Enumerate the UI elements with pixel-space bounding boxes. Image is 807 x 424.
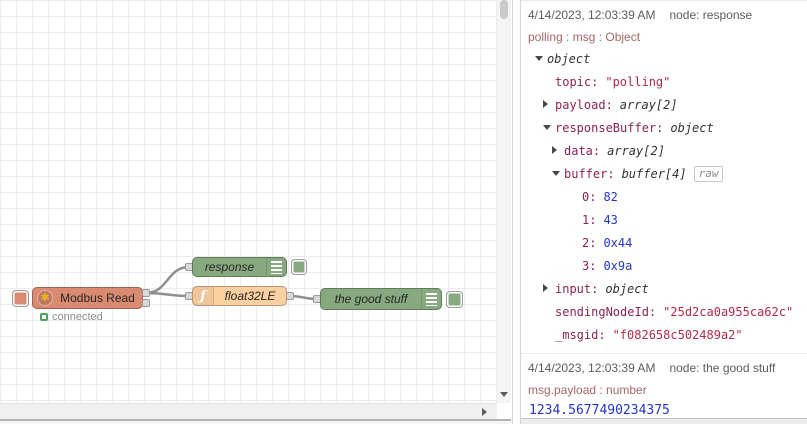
tree-key: _msgid: [555,328,606,342]
tree-key: input: [555,282,599,296]
modbus-node-button[interactable] [12,290,29,307]
tree-row[interactable]: _msgid: "f082658c502489a2" [521,324,807,347]
good-stuff-node-label: the good stuff [334,292,408,306]
good-stuff-debug-node[interactable]: the good stuff [320,288,442,310]
modbus-output-port-2[interactable] [142,299,150,307]
scroll-right-arrow-icon[interactable] [482,408,487,416]
tree-row[interactable]: input: object [521,278,807,301]
modbus-gear-icon: ✱ [37,290,53,306]
collapse-arrow-icon[interactable] [552,171,560,176]
tree-type: object [670,121,714,135]
debug-payload-value: 1234.5677490234375 [529,403,670,418]
wire-modbus-to-function[interactable] [145,291,190,298]
flow-canvas[interactable]: ✱ Modbus Read connected response ƒ float… [0,0,497,403]
function-icon: ƒ [193,287,214,305]
tree-key: 0: [582,190,597,204]
debug-sidebar[interactable]: 4/14/2023, 12:03:39 AM node: response pol… [521,0,807,424]
tree-value: 43 [603,213,618,227]
debug-console-icon [421,289,441,309]
debug-console-icon [266,258,286,276]
canvas-horizontal-scrollbar[interactable] [0,403,497,419]
good-stuff-toggle-button[interactable] [446,291,463,308]
debug-timestamp: 4/14/2023, 12:03:39 AM [528,8,656,22]
panel-bottom-edge [521,418,807,424]
tree-row[interactable]: 2: 0x44 [521,232,807,255]
modbus-node-label: Modbus Read [60,291,135,305]
tree-value: "25d2ca0a955ca62c" [663,305,794,319]
response-node-label: response [204,260,255,274]
modbus-status: connected [40,311,103,323]
tree-row[interactable]: data: array[2] [521,140,807,163]
tree-value: 0x44 [603,236,633,250]
tree-type: object [547,52,591,66]
debug-source-node: node: the good stuff [669,361,776,375]
scroll-down-arrow-icon[interactable] [500,392,508,397]
response-debug-node[interactable]: response [192,257,287,277]
tree-key: sendingNodeId: [555,305,657,319]
debug-source-node: node: response [669,8,753,22]
debug-message-meta: 4/14/2023, 12:03:39 AM node: the good stu… [521,361,807,375]
tree-key: payload: [555,98,613,112]
vertical-scrollbar-thumb[interactable] [500,0,508,19]
status-text: connected [52,311,103,323]
tree-key: topic: [555,75,599,89]
tree-key: data: [564,144,601,158]
tree-row[interactable]: sendingNodeId: "25d2ca0a955ca62c" [521,301,807,324]
tree-key: responseBuffer: [555,121,664,135]
tree-row[interactable]: responseBuffer: object [521,117,807,140]
debug-topic-line: msg.payload : number [528,383,647,397]
tree-row[interactable]: payload: array[2] [521,94,807,117]
debug-message[interactable]: 4/14/2023, 12:03:39 AM node: response pol… [521,0,807,353]
tree-value: "f082658c502489a2" [612,328,743,342]
tree-row[interactable]: buffer: buffer[4] raw [521,163,807,186]
canvas-vertical-scrollbar[interactable] [497,0,511,403]
tree-row[interactable]: 1: 43 [521,209,807,232]
function-output-port[interactable] [286,292,294,300]
response-toggle-button[interactable] [291,259,307,275]
debug-message[interactable]: 4/14/2023, 12:03:39 AM node: the good stu… [521,353,807,424]
tree-value: "polling" [605,75,671,89]
tree-type: array[2] [619,98,678,112]
collapse-arrow-icon[interactable] [543,125,551,130]
tree-value: 0x9a [603,259,633,273]
status-ring-icon [40,313,48,321]
expand-arrow-icon[interactable] [552,146,557,154]
debug-timestamp: 4/14/2023, 12:03:39 AM [528,361,656,375]
function-node-label: float32LE [224,289,276,303]
debug-object-tree: object topic: "polling" payload: array[2] … [521,48,807,347]
tree-key: 1: [582,213,597,227]
raw-toggle-button[interactable]: raw [693,166,724,182]
tree-value: 82 [603,190,618,204]
node-red-window: ✱ Modbus Read connected response ƒ float… [0,0,807,424]
collapse-arrow-icon[interactable] [535,56,543,61]
wire-layer [145,265,318,301]
tree-row[interactable]: topic: "polling" [521,71,807,94]
tree-type: object [605,282,649,296]
wire-modbus-to-response[interactable] [145,265,190,295]
canvas-bottom-edge [0,419,511,424]
tree-row[interactable]: 0: 82 [521,186,807,209]
sidebar-splitter-handle[interactable] [512,0,521,424]
debug-message-meta: 4/14/2023, 12:03:39 AM node: response [521,8,807,22]
modbus-output-port-1[interactable] [142,289,150,297]
tree-row[interactable]: object [521,48,807,71]
tree-key: 3: [582,259,597,273]
expand-arrow-icon[interactable] [543,284,548,292]
tree-key: 2: [582,236,597,250]
debug-topic-line: polling : msg : Object [528,30,641,44]
tree-key: buffer: [564,167,615,181]
modbus-read-node[interactable]: ✱ Modbus Read [32,287,143,309]
tree-type: buffer[4] [621,167,687,181]
tree-row[interactable]: 3: 0x9a [521,255,807,278]
float32le-function-node[interactable]: ƒ float32LE [192,286,287,306]
expand-arrow-icon[interactable] [543,100,548,108]
tree-type: array[2] [607,144,665,158]
